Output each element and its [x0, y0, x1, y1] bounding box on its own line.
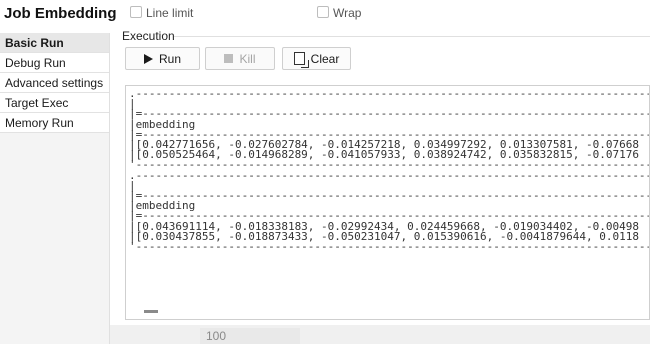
tab-memory-run[interactable]: Memory Run — [0, 113, 109, 133]
kill-button[interactable]: Kill — [205, 47, 275, 70]
kill-button-label: Kill — [239, 51, 256, 66]
play-icon — [143, 53, 153, 64]
tab-advanced-settings[interactable]: Advanced settings — [0, 73, 109, 93]
console-line: |=--------------------------------------… — [129, 107, 650, 121]
line-limit-label: Line limit — [146, 6, 194, 20]
console-line: .---------------------------------------… — [129, 168, 650, 182]
tab-target-exec[interactable]: Target Exec — [0, 93, 109, 113]
tab-debug-run[interactable]: Debug Run — [0, 53, 109, 73]
console-text: .---------------------------------------… — [129, 87, 650, 254]
horizontal-scrollbar[interactable] — [126, 305, 649, 319]
line-limit-checkbox[interactable] — [130, 6, 142, 18]
console-line: '---------------------------------------… — [129, 240, 650, 254]
wrap-checkbox[interactable] — [317, 6, 329, 18]
scrollbar-thumb[interactable] — [144, 310, 158, 313]
run-button-label: Run — [158, 51, 181, 66]
stop-icon — [224, 54, 234, 63]
clear-document-icon — [293, 52, 305, 65]
app-title: Job Embedding — [4, 5, 117, 22]
wrap-label: Wrap — [333, 6, 362, 20]
console-line: |=--------------------------------------… — [129, 189, 650, 203]
execution-section-label: Execution — [122, 29, 175, 43]
clear-button[interactable]: Clear — [282, 47, 351, 70]
run-button[interactable]: Run — [125, 47, 200, 70]
console-line: .---------------------------------------… — [129, 87, 650, 100]
console-output[interactable]: .---------------------------------------… — [125, 85, 650, 320]
tab-basic-run[interactable]: Basic Run — [0, 33, 109, 53]
output-options-bar — [110, 325, 650, 344]
clear-button-label: Clear — [310, 51, 340, 66]
job-embedding-window: Job Embedding Basic Run Debug Run Advanc… — [0, 0, 650, 344]
section-divider — [174, 36, 650, 37]
run-tabs: Basic Run Debug Run Advanced settings Ta… — [0, 33, 110, 344]
line-limit-input[interactable] — [200, 328, 300, 344]
